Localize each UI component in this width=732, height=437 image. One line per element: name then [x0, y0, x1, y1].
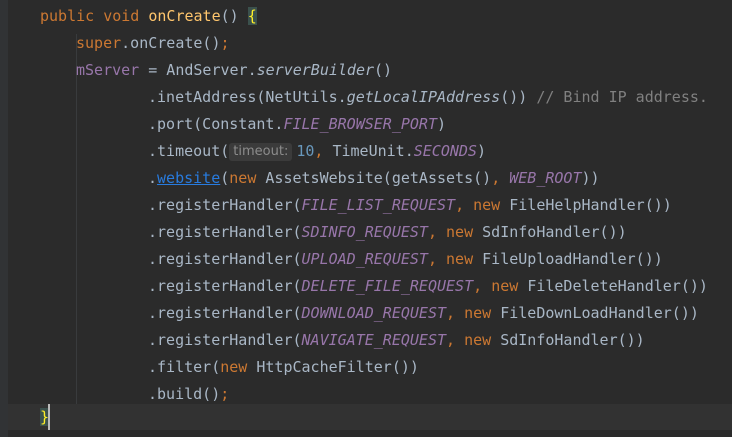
code-token: ; — [220, 34, 230, 52]
code-token: ) — [437, 115, 447, 133]
code-token: new — [229, 169, 266, 187]
code-token: SdInfoHandler()) — [500, 331, 645, 349]
code-line[interactable]: .website(new AssetsWebsite(getAssets(), … — [148, 167, 600, 189]
code-token: new — [446, 250, 483, 268]
code-token: , — [455, 196, 474, 214]
code-token: TimeUnit. — [332, 142, 414, 160]
editor-gutter[interactable] — [0, 0, 8, 437]
code-token: mServer — [76, 61, 140, 79]
code-token: void — [103, 7, 149, 25]
code-token: WEB_ROOT — [509, 169, 582, 187]
code-token: ) — [476, 142, 486, 160]
code-editor[interactable]: public void onCreate() {super.onCreate()… — [0, 0, 732, 437]
code-token: NAVIGATE_REQUEST — [301, 331, 447, 349]
code-line[interactable]: .filter(new HttpCacheFilter()) — [148, 356, 419, 378]
code-line[interactable]: .registerHandler(UPLOAD_REQUEST, new Fil… — [148, 248, 663, 270]
code-line[interactable]: .registerHandler(DELETE_FILE_REQUEST, ne… — [148, 275, 708, 297]
code-token: AssetsWebsite(getAssets() — [265, 169, 492, 187]
code-token: ; — [220, 385, 230, 403]
code-token: .timeout( — [148, 142, 230, 160]
code-token: HttpCacheFilter()) — [256, 358, 419, 376]
indent-guide — [76, 34, 77, 404]
code-token: .build() — [148, 385, 221, 403]
code-token: UPLOAD_REQUEST — [301, 250, 428, 268]
code-token: new — [464, 304, 501, 322]
code-token: .registerHandler( — [148, 223, 302, 241]
code-token: .registerHandler( — [148, 277, 302, 295]
code-line[interactable]: .registerHandler(DOWNLOAD_REQUEST, new F… — [148, 302, 699, 324]
code-token: FileDownLoadHandler()) — [500, 304, 699, 322]
code-token: )) — [581, 169, 600, 187]
code-token: ( — [220, 169, 230, 187]
code-token: new — [446, 223, 483, 241]
code-token: .inetAddress(NetUtils. — [148, 88, 347, 106]
code-token: SdInfoHandler()) — [482, 223, 627, 241]
code-token: .registerHandler( — [148, 196, 302, 214]
code-line[interactable]: .registerHandler(FILE_LIST_REQUEST, new … — [148, 194, 672, 216]
code-token: super — [76, 34, 122, 52]
current-line-highlight — [8, 404, 732, 430]
code-token: , — [491, 169, 510, 187]
code-token: FILE_LIST_REQUEST — [301, 196, 456, 214]
code-line[interactable]: .inetAddress(NetUtils.getLocalIPAddress(… — [148, 86, 708, 108]
code-token: // Bind IP address. — [536, 88, 708, 106]
code-token: .registerHandler( — [148, 250, 302, 268]
code-token: SDINFO_REQUEST — [301, 223, 428, 241]
code-token: () — [220, 7, 248, 25]
code-token: , — [314, 142, 333, 160]
code-token: { — [247, 7, 257, 25]
code-token: SECONDS — [413, 142, 477, 160]
code-line[interactable]: mServer = AndServer.serverBuilder() — [76, 59, 392, 81]
code-line[interactable]: .registerHandler(SDINFO_REQUEST, new SdI… — [148, 221, 627, 243]
code-line[interactable]: .timeout(timeout: 10, TimeUnit.SECONDS) — [148, 140, 486, 162]
code-token: .filter( — [148, 358, 221, 376]
code-token: FILE_BROWSER_PORT — [283, 115, 437, 133]
code-token: onCreate — [148, 7, 221, 25]
code-token: . — [148, 169, 158, 187]
code-token: getLocalIPAddress — [346, 88, 501, 106]
code-token: , — [473, 277, 492, 295]
code-token: = AndServer. — [139, 61, 257, 79]
code-token: new — [491, 277, 528, 295]
code-token: ()) — [500, 88, 537, 106]
code-token: .registerHandler( — [148, 331, 302, 349]
code-token: () — [374, 61, 393, 79]
code-line[interactable]: .build(); — [148, 383, 229, 405]
code-line[interactable]: .registerHandler(NAVIGATE_REQUEST, new S… — [148, 329, 645, 351]
code-token: , — [446, 331, 465, 349]
text-caret — [48, 404, 50, 430]
code-line[interactable]: super.onCreate(); — [76, 32, 230, 54]
code-token: , — [427, 223, 447, 241]
code-token: new — [473, 196, 510, 214]
code-token: , — [446, 304, 465, 322]
code-token: serverBuilder — [256, 61, 375, 79]
code-token: public — [40, 7, 104, 25]
code-token: FileUploadHandler()) — [482, 250, 663, 268]
parameter-hint: timeout: — [229, 143, 293, 161]
code-token: , — [427, 250, 447, 268]
code-token: .registerHandler( — [148, 304, 302, 322]
code-token: FileHelpHandler()) — [509, 196, 672, 214]
code-token: DOWNLOAD_REQUEST — [301, 304, 447, 322]
code-token: DELETE_FILE_REQUEST — [301, 277, 474, 295]
code-token: .port(Constant. — [148, 115, 284, 133]
code-token: new — [220, 358, 257, 376]
code-token: new — [464, 331, 501, 349]
code-line[interactable]: .port(Constant.FILE_BROWSER_PORT) — [148, 113, 446, 135]
code-token: 10 — [296, 142, 315, 160]
code-line[interactable]: public void onCreate() { — [40, 5, 257, 27]
code-token: FileDeleteHandler()) — [527, 277, 708, 295]
code-token: .onCreate() — [121, 34, 221, 52]
code-token: website — [157, 169, 221, 187]
